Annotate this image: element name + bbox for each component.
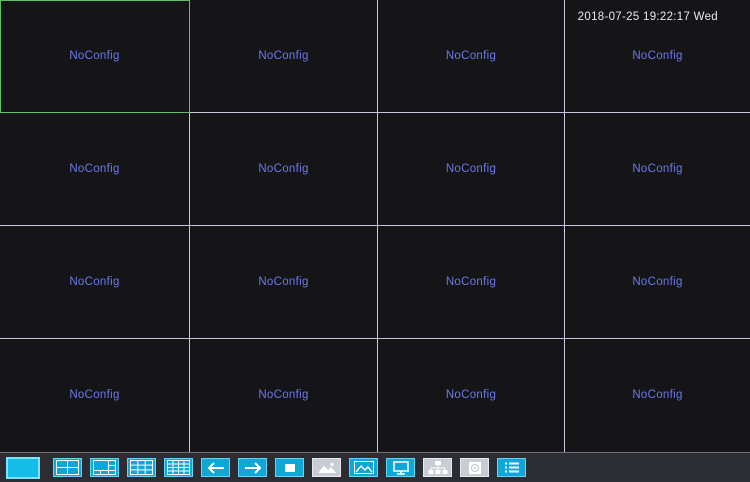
single-view-button[interactable] xyxy=(6,456,40,479)
channel-label: NoConfig xyxy=(632,276,683,288)
stop-icon xyxy=(284,463,295,472)
six-split-view-button[interactable] xyxy=(90,458,119,477)
channel-tile-7[interactable]: NoConfig xyxy=(378,113,565,226)
bottom-toolbar xyxy=(0,452,750,482)
arrow-right-icon xyxy=(244,461,261,474)
channel-label: NoConfig xyxy=(258,50,309,62)
channel-label: NoConfig xyxy=(632,50,683,62)
channel-tile-3[interactable]: NoConfig xyxy=(378,0,565,113)
channel-label: NoConfig xyxy=(632,163,683,175)
nine-split-view-button[interactable] xyxy=(127,458,156,477)
channel-tile-14[interactable]: NoConfig xyxy=(190,339,378,452)
picture-icon xyxy=(353,461,374,474)
channel-label: NoConfig xyxy=(258,389,309,401)
channel-tile-16[interactable]: NoConfig xyxy=(565,339,750,452)
channel-grid: NoConfig NoConfig NoConfig NoConfig NoCo… xyxy=(0,0,750,452)
channel-label: NoConfig xyxy=(445,389,497,401)
previous-page-button[interactable] xyxy=(201,458,230,477)
channel-tile-1[interactable]: NoConfig xyxy=(0,0,190,113)
monitor-icon xyxy=(392,460,409,475)
channel-label: NoConfig xyxy=(69,389,120,401)
sixteen-split-view-icon xyxy=(167,460,190,475)
channel-tile-10[interactable]: NoConfig xyxy=(190,226,378,339)
sixteen-split-view-button[interactable] xyxy=(164,458,193,477)
channel-label: NoConfig xyxy=(445,276,497,288)
channel-tile-8[interactable]: NoConfig xyxy=(565,113,750,226)
channel-label: NoConfig xyxy=(632,389,683,401)
monitor-button[interactable] xyxy=(386,458,415,477)
channel-label: NoConfig xyxy=(258,276,309,288)
channel-tile-2[interactable]: NoConfig xyxy=(190,0,378,113)
channel-label: NoConfig xyxy=(445,163,497,175)
channel-label: NoConfig xyxy=(69,163,120,175)
quad-view-icon xyxy=(56,460,79,475)
channel-tile-13[interactable]: NoConfig xyxy=(0,339,190,452)
live-view-screen: NoConfig NoConfig NoConfig NoConfig NoCo… xyxy=(0,0,750,452)
network-icon xyxy=(428,461,447,474)
disk-button[interactable] xyxy=(460,458,489,477)
network-button[interactable] xyxy=(423,458,452,477)
channel-label: NoConfig xyxy=(258,163,309,175)
channel-label: NoConfig xyxy=(69,276,120,288)
channel-tile-15[interactable]: NoConfig xyxy=(378,339,565,452)
picture-button[interactable] xyxy=(349,458,378,477)
main-menu-button[interactable] xyxy=(497,458,526,477)
channel-label: NoConfig xyxy=(69,50,120,62)
channel-tile-9[interactable]: NoConfig xyxy=(0,226,190,339)
channel-tile-11[interactable]: NoConfig xyxy=(378,226,565,339)
datetime-display: 2018-07-25 19:22:17 Wed xyxy=(577,11,718,23)
arrow-left-icon xyxy=(207,461,224,474)
stop-button[interactable] xyxy=(275,458,304,477)
quad-view-button[interactable] xyxy=(53,458,82,477)
image-adjust-icon xyxy=(317,462,336,473)
nine-split-view-icon xyxy=(130,460,153,475)
channel-tile-12[interactable]: NoConfig xyxy=(565,226,750,339)
menu-list-icon xyxy=(504,462,519,473)
channel-label: NoConfig xyxy=(445,50,497,62)
channel-tile-5[interactable]: NoConfig xyxy=(0,113,190,226)
six-split-view-icon xyxy=(93,460,116,475)
next-page-button[interactable] xyxy=(238,458,267,477)
channel-tile-6[interactable]: NoConfig xyxy=(190,113,378,226)
disk-icon xyxy=(468,461,481,474)
image-adjust-button[interactable] xyxy=(312,458,341,477)
